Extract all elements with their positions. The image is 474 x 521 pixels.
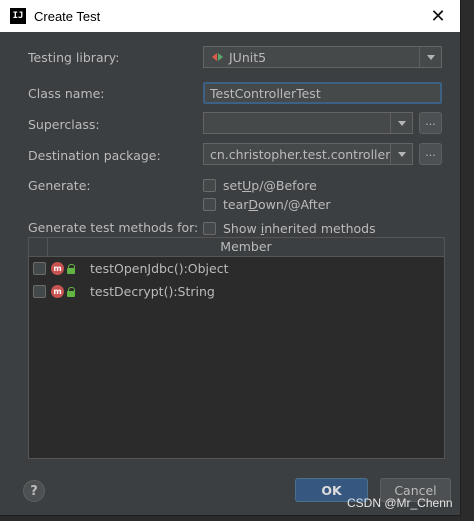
test-methods-label: Generate test methods for: — [28, 220, 199, 235]
testing-library-value: JUnit5 — [229, 49, 267, 65]
teardown-after-label: tearDown/@After — [223, 197, 331, 212]
table-header: Member — [29, 238, 444, 257]
public-lock-icon — [67, 286, 76, 297]
class-name-input[interactable] — [203, 82, 442, 104]
teardown-after-option[interactable]: tearDown/@After — [203, 197, 331, 212]
destination-browse-button[interactable]: ... — [419, 143, 442, 165]
superclass-select[interactable] — [203, 112, 413, 134]
chevron-down-icon[interactable] — [390, 144, 412, 164]
close-icon[interactable]: ✕ — [424, 4, 452, 28]
destination-package-label: Destination package: — [28, 148, 161, 163]
members-table: Member m testOpenJdbc():Object m testDec… — [28, 237, 445, 459]
show-inherited-checkbox[interactable] — [203, 222, 216, 235]
superclass-label: Superclass: — [28, 117, 100, 132]
superclass-browse-button[interactable]: ... — [419, 112, 442, 134]
help-button[interactable]: ? — [23, 480, 45, 502]
row-checkbox[interactable] — [33, 262, 46, 275]
teardown-after-checkbox[interactable] — [203, 198, 216, 211]
member-column-header[interactable]: Member — [48, 238, 444, 256]
method-icon: m — [51, 262, 64, 275]
setup-before-checkbox[interactable] — [203, 179, 216, 192]
testing-library-label: Testing library: — [28, 50, 120, 65]
title-bar: IJ Create Test ✕ — [0, 0, 460, 32]
intellij-icon: IJ — [10, 8, 26, 24]
header-checkbox-column[interactable] — [29, 238, 48, 256]
public-lock-icon — [67, 263, 76, 274]
row-checkbox[interactable] — [33, 285, 46, 298]
destination-package-select[interactable]: cn.christopher.test.controller — [203, 143, 413, 165]
setup-before-label: setUp/@Before — [223, 178, 317, 193]
table-row[interactable]: m testDecrypt():String — [29, 280, 444, 303]
show-inherited-option[interactable]: Show inherited methods — [203, 221, 376, 236]
chevron-down-icon[interactable] — [419, 47, 441, 67]
method-name: testDecrypt():String — [90, 284, 215, 299]
method-name: testOpenJdbc():Object — [90, 261, 229, 276]
destination-package-value: cn.christopher.test.controller — [210, 146, 391, 162]
watermark: CSDN @Mr_Chenn — [347, 496, 453, 510]
show-inherited-label: Show inherited methods — [223, 221, 376, 236]
setup-before-option[interactable]: setUp/@Before — [203, 178, 317, 193]
create-test-dialog: IJ Create Test ✕ Testing library: JUnit5… — [0, 0, 461, 516]
dialog-title: Create Test — [34, 8, 101, 24]
generate-label: Generate: — [28, 178, 91, 193]
class-name-label: Class name: — [28, 86, 105, 101]
testing-library-select[interactable]: JUnit5 — [203, 46, 442, 68]
ide-background — [460, 0, 474, 521]
junit-icon — [212, 53, 223, 61]
table-row[interactable]: m testOpenJdbc():Object — [29, 257, 444, 280]
chevron-down-icon[interactable] — [390, 113, 412, 133]
method-icon: m — [51, 285, 64, 298]
